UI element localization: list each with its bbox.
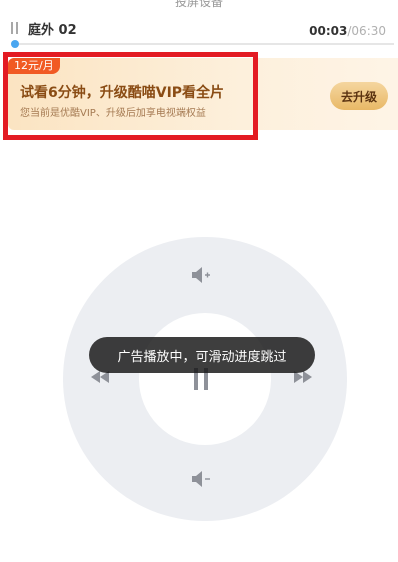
volume-up-icon[interactable]: [191, 266, 211, 284]
progress-handle[interactable]: [11, 40, 20, 48]
total-time: /06:30: [347, 24, 386, 38]
episode-title: 庭外 02: [28, 23, 77, 38]
pause-icon[interactable]: [10, 22, 20, 34]
header-title: 投屏设备: [174, 0, 223, 9]
current-time: 00:03: [309, 24, 348, 38]
now-playing-bar: 庭外 02 00:03/06:30: [10, 18, 388, 40]
upgrade-button[interactable]: 去升级: [330, 82, 388, 110]
cast-control-page: 投屏设备 庭外 02 00:03/06:30 12元/月 试看6分钟，升级酷喵V…: [0, 0, 398, 562]
progress-bar[interactable]: [11, 40, 394, 48]
volume-down-icon[interactable]: [191, 470, 211, 488]
highlight-box: [3, 52, 258, 140]
playback-time: 00:03/06:30: [309, 24, 386, 38]
toast-message: 广告播放中，可滑动进度跳过: [89, 337, 315, 373]
